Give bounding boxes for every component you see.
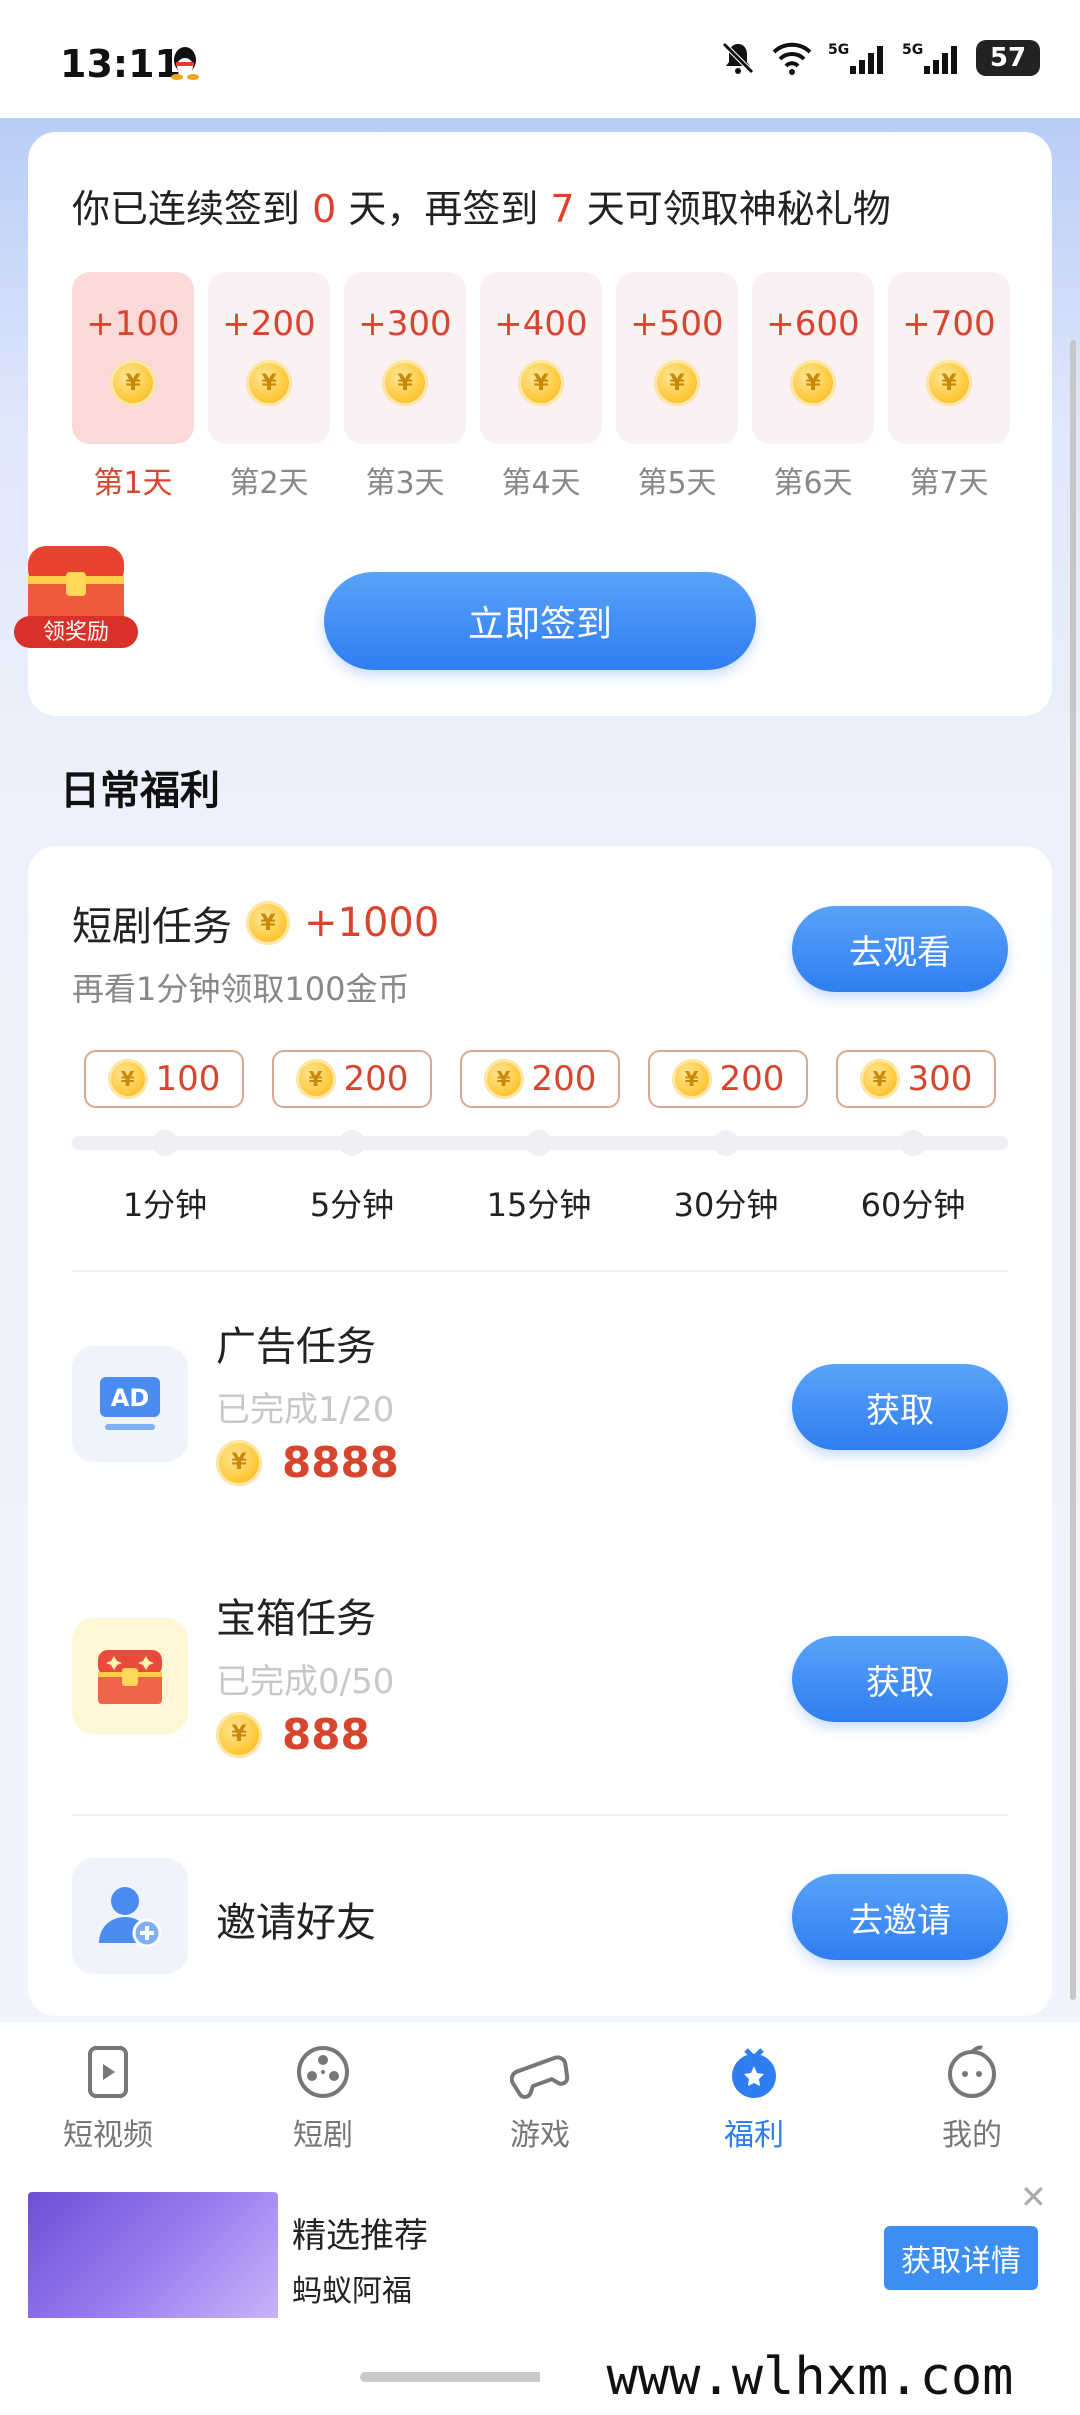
ad-subtitle: 蚂蚁阿福 bbox=[292, 2274, 412, 2309]
ad-banner[interactable]: 精选推荐 蚂蚁阿福 获取详情 ✕ bbox=[0, 2168, 1080, 2332]
ad-task-reward: ¥8888 bbox=[216, 1438, 399, 1487]
tab-welfare[interactable]: 福利 bbox=[684, 2042, 824, 2154]
invite-task-name: 邀请好友 bbox=[216, 1900, 376, 1946]
chest-task-progress: 已完成0/50 bbox=[216, 1662, 395, 1702]
coin-icon: ¥ bbox=[110, 360, 156, 406]
coin-icon: ¥ bbox=[216, 1711, 262, 1758]
coin-icon: ¥ bbox=[382, 360, 428, 406]
checkin-day-4[interactable]: +400 ¥ 第4天 bbox=[480, 272, 602, 502]
ad-title: 精选推荐 bbox=[292, 2216, 428, 2256]
gamepad-icon bbox=[510, 2055, 570, 2099]
drama-task-subtitle: 再看1分钟领取100金币 bbox=[72, 970, 410, 1008]
welfare-icon bbox=[732, 2048, 776, 2098]
treasure-chest-reward-icon[interactable]: 领奖励 bbox=[14, 532, 138, 650]
coin-icon: ¥ bbox=[859, 1059, 900, 1099]
signal-5g-icon-2: 5G bbox=[902, 42, 957, 74]
battery-indicator: 57 bbox=[976, 40, 1040, 76]
tab-mine[interactable]: 我的 bbox=[902, 2042, 1042, 2154]
daily-benefits-title: 日常福利 bbox=[60, 768, 220, 814]
signal-5g-icon: 5G bbox=[828, 42, 883, 74]
tasks-card: 短剧任务 ¥ +1000 再看1分钟领取100金币 去观看 ¥100 ¥200 … bbox=[28, 846, 1052, 2016]
treasure-chest-icon bbox=[72, 1618, 188, 1734]
checkin-day-7[interactable]: +700 ¥ 第7天 bbox=[888, 272, 1010, 502]
coin-icon: ¥ bbox=[246, 901, 290, 945]
milestone-reward: ¥200 bbox=[648, 1050, 808, 1108]
film-reel-icon bbox=[297, 2046, 349, 2098]
drama-milestone-labels: 1分钟 5分钟 15分钟 30分钟 60分钟 bbox=[122, 1186, 966, 1224]
scrollbar[interactable] bbox=[1070, 340, 1076, 2000]
coin-icon: ¥ bbox=[216, 1439, 262, 1486]
divider bbox=[72, 1814, 1008, 1816]
streak-count: 0 bbox=[312, 187, 337, 231]
drama-milestone-rewards: ¥100 ¥200 ¥200 ¥200 ¥300 bbox=[84, 1050, 996, 1108]
sign-in-button[interactable]: 立即签到 bbox=[324, 572, 756, 670]
chest-label: 领奖励 bbox=[43, 620, 109, 645]
watermark-text: www.wlhxm.com bbox=[540, 2338, 1080, 2415]
coin-icon: ¥ bbox=[295, 1059, 336, 1099]
drama-task-header: 短剧任务 ¥ +1000 bbox=[72, 894, 439, 952]
milestone-reward: ¥100 bbox=[84, 1050, 244, 1108]
drama-progress-track bbox=[72, 1130, 1008, 1156]
divider bbox=[72, 1270, 1008, 1272]
checkin-card: 你已连续签到 0 天，再签到 7 天可领取神秘礼物 +100 ¥ 第1天 +200 ¥… bbox=[28, 132, 1052, 716]
ad-task-get-button[interactable]: 获取 bbox=[792, 1364, 1008, 1450]
ad-task-progress: 已完成1/20 bbox=[216, 1390, 395, 1430]
tab-games[interactable]: 游戏 bbox=[470, 2042, 610, 2154]
coin-icon: ¥ bbox=[790, 360, 836, 406]
status-bar: 13:11 5G 5G 57 bbox=[0, 0, 1080, 118]
checkin-day-2[interactable]: +200 ¥ 第2天 bbox=[208, 272, 330, 502]
chest-task-get-button[interactable]: 获取 bbox=[792, 1636, 1008, 1722]
tab-short-drama[interactable]: 短剧 bbox=[253, 2042, 393, 2154]
svg-text:5G: 5G bbox=[902, 42, 923, 58]
bottom-tab-bar: 短视频 短剧 游戏 福利 我的 bbox=[0, 2022, 1080, 2168]
milestone-reward: ¥200 bbox=[460, 1050, 620, 1108]
checkin-day-3[interactable]: +300 ¥ 第3天 bbox=[344, 272, 466, 502]
progress-dot bbox=[713, 1130, 739, 1156]
milestone-reward: ¥300 bbox=[836, 1050, 996, 1108]
drama-task-name: 短剧任务 bbox=[72, 904, 232, 950]
checkin-day-6[interactable]: +600 ¥ 第6天 bbox=[752, 272, 874, 502]
checkin-day-1[interactable]: +100 ¥ 第1天 bbox=[72, 272, 194, 502]
checkin-days: +100 ¥ 第1天 +200 ¥ 第2天 +300 ¥ 第3天 +400 ¥ 第4天 +500… bbox=[72, 272, 1010, 502]
coin-icon: ¥ bbox=[654, 360, 700, 406]
remaining-days: 7 bbox=[550, 187, 575, 231]
chest-task-reward: ¥888 bbox=[216, 1710, 370, 1759]
invite-user-icon bbox=[72, 1858, 188, 1974]
wifi-icon bbox=[772, 42, 812, 75]
drama-task-reward: +1000 bbox=[304, 900, 440, 946]
progress-dot bbox=[526, 1130, 552, 1156]
checkin-title: 你已连续签到 0 天，再签到 7 天可领取神秘礼物 bbox=[72, 187, 891, 231]
mute-bell-icon bbox=[722, 42, 754, 74]
progress-dot bbox=[339, 1130, 365, 1156]
svg-text:AD: AD bbox=[111, 1384, 150, 1412]
milestone-reward: ¥200 bbox=[272, 1050, 432, 1108]
status-time: 13:11 bbox=[60, 42, 181, 86]
tab-short-video[interactable]: 短视频 bbox=[38, 2042, 178, 2154]
progress-dot bbox=[900, 1130, 926, 1156]
watch-button[interactable]: 去观看 bbox=[792, 906, 1008, 992]
coin-icon: ¥ bbox=[926, 360, 972, 406]
ad-icon: AD bbox=[72, 1346, 188, 1462]
qq-icon bbox=[171, 47, 199, 80]
ad-thumbnail-image[interactable] bbox=[28, 2192, 278, 2332]
coin-icon: ¥ bbox=[671, 1059, 712, 1099]
coin-icon: ¥ bbox=[107, 1059, 148, 1099]
ad-task-name: 广告任务 bbox=[216, 1324, 376, 1370]
play-icon bbox=[88, 2046, 128, 2098]
close-icon[interactable]: ✕ bbox=[1020, 2178, 1047, 2216]
chest-task-name: 宝箱任务 bbox=[216, 1596, 376, 1642]
svg-text:5G: 5G bbox=[828, 42, 849, 58]
progress-dot bbox=[152, 1130, 178, 1156]
coin-icon: ¥ bbox=[483, 1059, 524, 1099]
invite-button[interactable]: 去邀请 bbox=[792, 1874, 1008, 1960]
ad-details-button[interactable]: 获取详情 bbox=[884, 2226, 1038, 2290]
checkin-day-5[interactable]: +500 ¥ 第5天 bbox=[616, 272, 738, 502]
coin-icon: ¥ bbox=[518, 360, 564, 406]
coin-icon: ¥ bbox=[246, 360, 292, 406]
profile-face-icon bbox=[948, 2045, 996, 2098]
